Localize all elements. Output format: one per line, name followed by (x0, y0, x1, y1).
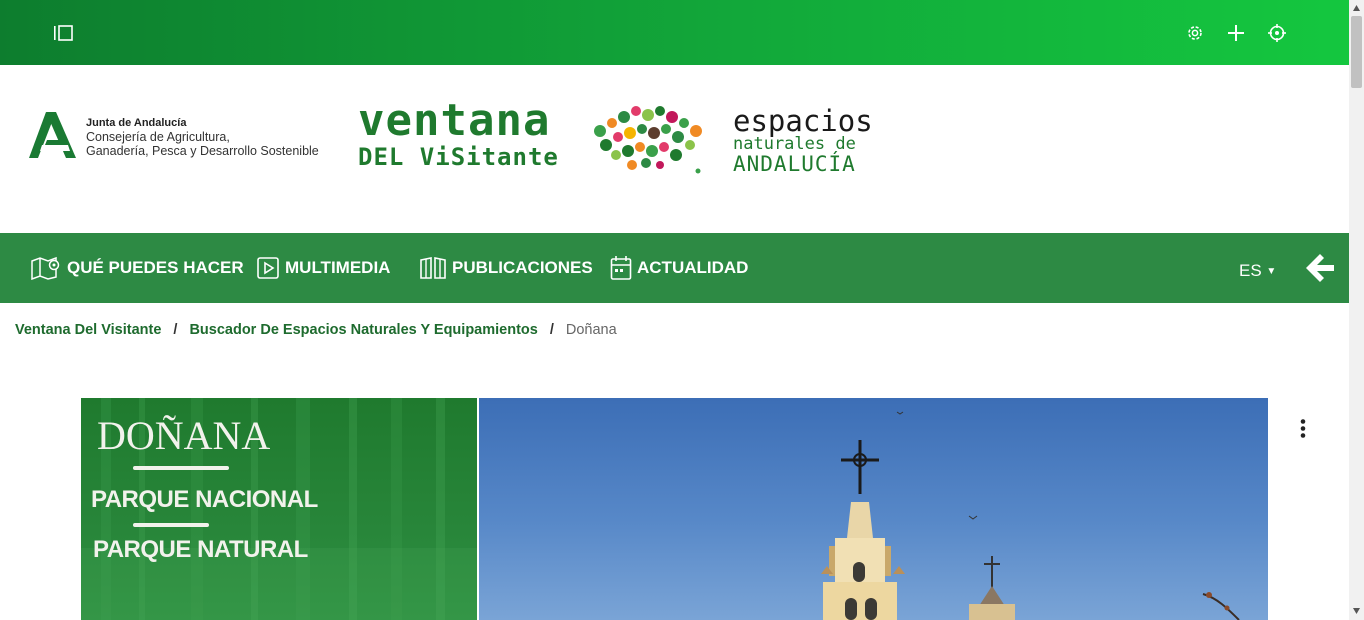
banner-rule-top (133, 466, 229, 470)
caret-down-icon: ▼ (1266, 266, 1277, 277)
nav-label: ACTUALIDAD (637, 258, 749, 277)
sidebar-toggle-icon[interactable] (52, 23, 76, 43)
nav-item-multimedia[interactable]: MULTIMEDIA (256, 233, 390, 303)
kebab-menu-icon[interactable] (1293, 418, 1313, 440)
junta-text: Junta de Andalucía Consejería de Agricul… (86, 116, 319, 158)
nav-item-actualidad[interactable]: ACTUALIDAD (610, 233, 748, 303)
espacios-logo-line2: naturales de (733, 134, 856, 154)
breadcrumb-separator: / (549, 322, 554, 338)
nav-label: QUÉ PUEDES HACER (67, 258, 244, 277)
main-nav: QUÉ PUEDES HACER MULTIMEDIA PUBLICACIONE… (0, 233, 1349, 303)
ventana-visitante-logo[interactable]: ventana DEL ViSitante (358, 95, 559, 172)
ventana-logo-line1: ventana (358, 95, 551, 146)
donana-banner: DOÑANA PARQUE NACIONAL PARQUE NATURAL (81, 398, 477, 620)
scroll-down-icon[interactable] (1352, 607, 1361, 615)
nav-label: MULTIMEDIA (285, 258, 391, 277)
junta-andalucia-logo[interactable] (28, 112, 78, 158)
top-toolbar (0, 0, 1349, 65)
banner-title: DOÑANA (97, 413, 271, 458)
calendar-icon (610, 256, 632, 280)
banner-subtitle-natural: PARQUE NATURAL (93, 536, 308, 563)
vertical-scrollbar[interactable] (1349, 0, 1364, 620)
espacios-logo-line1: espacios (733, 104, 873, 138)
breadcrumb-link-ventana[interactable]: Ventana Del Visitante (15, 322, 161, 338)
espacios-logo-line3: ANDALUCÍA (733, 152, 856, 176)
nav-item-que-puedes-hacer[interactable]: QUÉ PUEDES HACER (30, 233, 244, 303)
espacios-naturales-logo[interactable]: espacios naturales de ANDALUCÍA (733, 104, 873, 176)
arrow-left-icon[interactable] (1304, 252, 1336, 284)
page: Junta de Andalucía Consejería de Agricul… (0, 0, 1364, 620)
book-icon (420, 257, 446, 279)
banner-rule-middle (133, 523, 209, 527)
junta-consejeria-line1: Consejería de Agricultura, (86, 130, 230, 144)
plus-icon[interactable] (1225, 22, 1247, 44)
church-tower-image (821, 411, 1240, 620)
junta-name: Junta de Andalucía (86, 117, 187, 129)
scroll-up-icon[interactable] (1352, 4, 1361, 12)
breadcrumb: Ventana Del Visitante / Buscador De Espa… (15, 322, 617, 338)
scrollbar-thumb[interactable] (1351, 16, 1362, 88)
ventana-logo-line2: DEL ViSitante (358, 143, 559, 171)
settings-icon[interactable] (1184, 22, 1206, 44)
nav-label: PUBLICACIONES (452, 258, 593, 277)
breadcrumb-separator: / (173, 322, 178, 338)
play-icon (257, 257, 279, 279)
banner-subtitle-nacional: PARQUE NACIONAL (91, 486, 318, 513)
site-header: Junta de Andalucía Consejería de Agricul… (0, 65, 1349, 233)
language-selector[interactable]: ES ▼ (1239, 261, 1276, 281)
map-pin-icon (31, 256, 60, 280)
church-photo (479, 398, 1268, 620)
breadcrumb-link-buscador[interactable]: Buscador De Espacios Naturales Y Equipam… (189, 322, 537, 338)
crosshair-icon[interactable] (1266, 22, 1288, 44)
nature-mosaic-icon (594, 106, 702, 174)
junta-consejeria-line2: Ganadería, Pesca y Desarrollo Sostenible (86, 144, 319, 158)
nav-item-publicaciones[interactable]: PUBLICACIONES (419, 233, 593, 303)
breadcrumb-current: Doñana (565, 322, 617, 338)
language-label: ES (1239, 261, 1262, 280)
